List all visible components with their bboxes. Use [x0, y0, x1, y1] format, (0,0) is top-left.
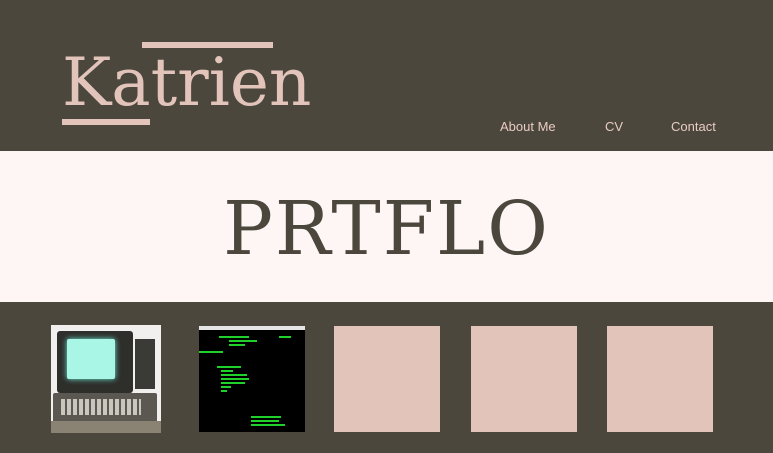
terminal-text-line [229, 344, 245, 346]
page-title: PRTFLO [223, 186, 550, 272]
site-logo[interactable]: Katrien [62, 42, 311, 128]
terminal-text-line [199, 351, 223, 353]
gallery-item-placeholder-3[interactable] [607, 326, 713, 432]
computer-base-graphic [51, 421, 161, 433]
terminal-text-line [221, 374, 247, 376]
terminal-text-line [251, 416, 281, 418]
main-nav: About Me CV Contact [0, 119, 773, 137]
terminal-text-line [221, 390, 227, 392]
gallery-item-computer-photo[interactable] [51, 325, 161, 433]
portfolio-gallery [0, 302, 773, 453]
terminal-text-line [221, 378, 249, 380]
terminal-title-bar [199, 326, 305, 330]
gallery-item-placeholder-2[interactable] [471, 326, 577, 432]
site-header: Katrien About Me CV Contact [0, 0, 773, 151]
nav-link-about[interactable]: About Me [500, 119, 556, 134]
gallery-item-placeholder-1[interactable] [334, 326, 440, 432]
nav-link-cv[interactable]: CV [605, 119, 623, 134]
terminal-text-line [221, 370, 233, 372]
terminal-text-line [221, 386, 231, 388]
logo-wordmark: Katrien [62, 44, 312, 121]
computer-screen-graphic [67, 339, 115, 379]
computer-side-panel-graphic [135, 339, 155, 389]
hero-banner: PRTFLO [0, 151, 773, 302]
gallery-item-terminal[interactable] [199, 326, 305, 432]
computer-keys-graphic [61, 399, 141, 415]
terminal-text-line [279, 336, 291, 338]
terminal-text-line [251, 420, 279, 422]
terminal-text-line [219, 336, 249, 338]
terminal-text-line [251, 424, 285, 426]
nav-link-contact[interactable]: Contact [671, 119, 716, 134]
terminal-text-line [221, 382, 245, 384]
terminal-text-line [229, 340, 257, 342]
terminal-text-line [217, 366, 241, 368]
